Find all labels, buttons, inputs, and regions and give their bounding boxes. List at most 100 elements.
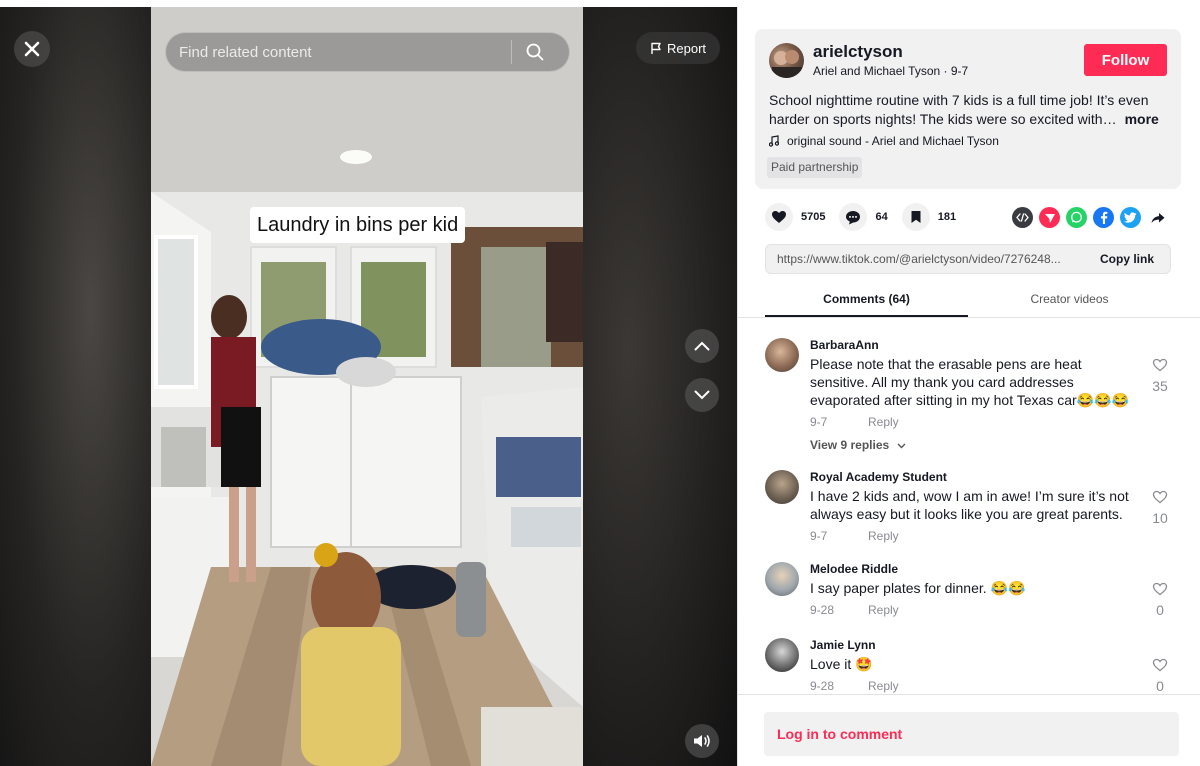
- comment-text: I have 2 kids and, wow I am in awe! I’m …: [810, 488, 1129, 522]
- paid-partnership-badge: Paid partnership: [767, 157, 863, 178]
- view-replies-button[interactable]: View 9 replies: [810, 438, 906, 452]
- video-player[interactable]: [151, 7, 583, 766]
- flag-icon: [651, 42, 661, 54]
- reply-button[interactable]: Reply: [868, 415, 899, 429]
- dot-separator: ·: [943, 64, 951, 78]
- search-input[interactable]: [166, 43, 511, 61]
- heart-outline-icon: [1152, 582, 1168, 596]
- comment-like-count: 0: [1156, 678, 1164, 694]
- search-bar: [165, 32, 570, 72]
- heart-outline-icon: [1152, 490, 1168, 504]
- like-action[interactable]: 5705: [765, 203, 825, 231]
- comment-like-count: 0: [1156, 602, 1164, 618]
- video-link-box: https://www.tiktok.com/@arielctyson/vide…: [765, 244, 1171, 274]
- chevron-up-icon: [694, 341, 710, 351]
- author-avatar[interactable]: [769, 43, 804, 78]
- tab-comments[interactable]: Comments (64): [765, 287, 968, 317]
- sound-link[interactable]: original sound - Ariel and Michael Tyson: [769, 134, 999, 148]
- comment-item: Melodee Riddle I say paper plates for di…: [765, 562, 1175, 622]
- chevron-down-icon: [897, 443, 906, 449]
- whatsapp-share-button[interactable]: [1066, 207, 1087, 228]
- video-backdrop-left: [0, 7, 151, 766]
- video-link-text[interactable]: https://www.tiktok.com/@arielctyson/vide…: [766, 252, 1086, 266]
- commenter-name[interactable]: Melodee Riddle: [810, 562, 898, 576]
- facebook-share-button[interactable]: [1093, 207, 1114, 228]
- report-label: Report: [666, 40, 707, 56]
- reply-button[interactable]: Reply: [868, 603, 899, 617]
- description-text: School nighttime routine with 7 kids is …: [769, 92, 1149, 127]
- more-link[interactable]: more: [1125, 111, 1159, 127]
- whatsapp-icon: [1071, 211, 1082, 223]
- commenter-name[interactable]: Jamie Lynn: [810, 638, 876, 652]
- next-video-button[interactable]: [685, 378, 719, 412]
- details-panel: arielctyson Ariel and Michael Tyson · 9-…: [737, 7, 1200, 766]
- share-buttons: [1012, 207, 1168, 228]
- video-frame: [151, 7, 583, 766]
- search-button[interactable]: [512, 33, 557, 71]
- save-button[interactable]: [901, 203, 930, 231]
- comment-like-button[interactable]: 10: [1149, 490, 1171, 526]
- comment-text: Love it 🤩: [810, 656, 873, 672]
- login-bar: Log in to comment: [738, 694, 1200, 766]
- comment-list: BarbaraAnn Please note that the erasable…: [738, 318, 1200, 694]
- comment-date: 9-28: [810, 603, 835, 617]
- video-description: School nighttime routine with 7 kids is …: [769, 91, 1169, 129]
- author-username[interactable]: arielctyson: [813, 42, 903, 62]
- comment-meta: 9-7 Reply: [810, 529, 899, 543]
- comment-date: 9-7: [810, 529, 828, 543]
- commenter-avatar[interactable]: [765, 638, 799, 672]
- commenter-avatar[interactable]: [765, 338, 799, 372]
- heart-icon: [772, 211, 786, 223]
- volume-button[interactable]: [685, 724, 719, 758]
- commenter-avatar[interactable]: [765, 562, 799, 596]
- author-display-name: Ariel and Michael Tyson: [813, 64, 941, 78]
- previous-video-button[interactable]: [685, 329, 719, 363]
- comment-meta: 9-28 Reply: [810, 603, 899, 617]
- comment-item: Jamie Lynn Love it 🤩 9-28 Reply 0: [765, 638, 1175, 694]
- like-count: 5705: [801, 211, 826, 223]
- comment-like-button[interactable]: 0: [1149, 582, 1171, 618]
- embed-icon: [1016, 213, 1029, 222]
- commenter-name[interactable]: Royal Academy Student: [810, 470, 947, 484]
- tab-creator-videos[interactable]: Creator videos: [968, 287, 1171, 317]
- report-button[interactable]: Report: [636, 32, 720, 64]
- like-button[interactable]: [765, 203, 793, 231]
- share-arrow-icon: [1151, 212, 1164, 223]
- view-replies-label: View 9 replies: [810, 438, 890, 452]
- comment-text: Please note that the erasable pens are h…: [810, 356, 1129, 408]
- comment-button[interactable]: [839, 203, 868, 231]
- commenter-avatar[interactable]: [765, 470, 799, 504]
- comment-like-button[interactable]: 0: [1149, 658, 1171, 694]
- copy-link-button[interactable]: Copy link: [1100, 252, 1154, 266]
- music-note-icon: [769, 135, 779, 147]
- video-caption: Laundry in bins per kid: [250, 207, 466, 243]
- send-to-friends-button[interactable]: [1039, 207, 1060, 228]
- author-subline: Ariel and Michael Tyson · 9-7: [813, 64, 968, 78]
- facebook-icon: [1100, 211, 1107, 224]
- post-date: 9-7: [950, 64, 969, 78]
- comment-icon: [846, 210, 861, 224]
- more-share-button[interactable]: [1147, 207, 1168, 228]
- follow-button[interactable]: Follow: [1084, 44, 1167, 76]
- reply-button[interactable]: Reply: [868, 529, 899, 543]
- comment-count: 64: [875, 211, 888, 223]
- save-action[interactable]: 181: [901, 203, 956, 231]
- twitter-share-button[interactable]: [1120, 207, 1141, 228]
- login-to-comment-button[interactable]: Log in to comment: [764, 712, 1179, 756]
- twitter-icon: [1124, 212, 1137, 223]
- comment-like-button[interactable]: 35: [1149, 358, 1171, 394]
- engagement-actions: 5705 64 181: [765, 203, 970, 231]
- sound-label: original sound - Ariel and Michael Tyson: [787, 134, 999, 148]
- embed-button[interactable]: [1012, 207, 1033, 228]
- bookmark-icon: [911, 211, 921, 223]
- video-stage: Report Laundry in bins per kid: [0, 7, 737, 766]
- panel-tabs: Comments (64) Creator videos: [765, 287, 1171, 317]
- reply-button[interactable]: Reply: [868, 679, 899, 693]
- comment-action[interactable]: 64: [839, 203, 888, 231]
- comment-like-count: 10: [1152, 510, 1168, 526]
- commenter-name[interactable]: BarbaraAnn: [810, 338, 879, 352]
- comment-date: 9-7: [810, 415, 828, 429]
- heart-outline-icon: [1152, 358, 1168, 372]
- comment-item: BarbaraAnn Please note that the erasable…: [765, 338, 1175, 458]
- close-button[interactable]: [14, 31, 50, 67]
